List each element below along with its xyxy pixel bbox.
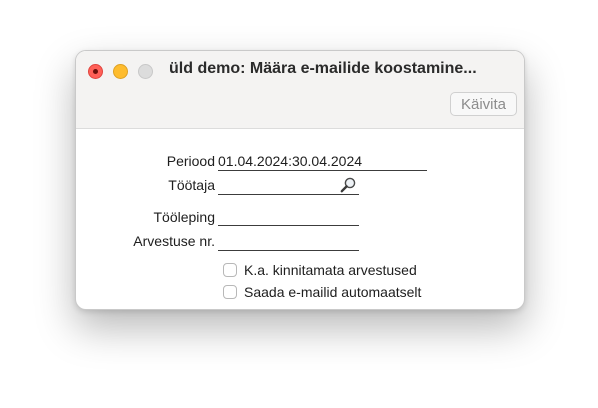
window-title: üld demo: Määra e-mailide koostamine... xyxy=(169,60,477,77)
contract-label: Tööleping xyxy=(153,209,216,225)
include-unconfirmed-checkbox[interactable] xyxy=(223,263,237,277)
magnifier-icon[interactable] xyxy=(340,177,356,193)
period-label: Periood xyxy=(166,153,215,169)
dialog-window: üld demo: Määra e-mailide koostamine... … xyxy=(75,50,525,310)
include-unconfirmed-label: K.a. kinnitamata arvestused xyxy=(244,262,417,278)
employee-field[interactable] xyxy=(218,176,359,195)
send-automatically-checkbox[interactable] xyxy=(223,285,237,299)
employee-label: Töötaja xyxy=(168,177,215,193)
send-automatically-label: Saada e-mailid automaatselt xyxy=(244,284,422,300)
close-window-button[interactable] xyxy=(88,64,103,79)
run-button[interactable]: Käivita xyxy=(449,92,517,116)
zoom-window-button[interactable] xyxy=(138,64,153,79)
payroll-number-field[interactable] xyxy=(218,232,359,251)
minimize-window-button[interactable] xyxy=(113,64,128,79)
title-bar: üld demo: Määra e-mailide koostamine... … xyxy=(76,51,524,129)
period-field[interactable]: 01.04.2024:30.04.2024 xyxy=(218,152,427,171)
contract-field[interactable] xyxy=(218,207,359,226)
payroll-number-label: Arvestuse nr. xyxy=(133,233,215,249)
